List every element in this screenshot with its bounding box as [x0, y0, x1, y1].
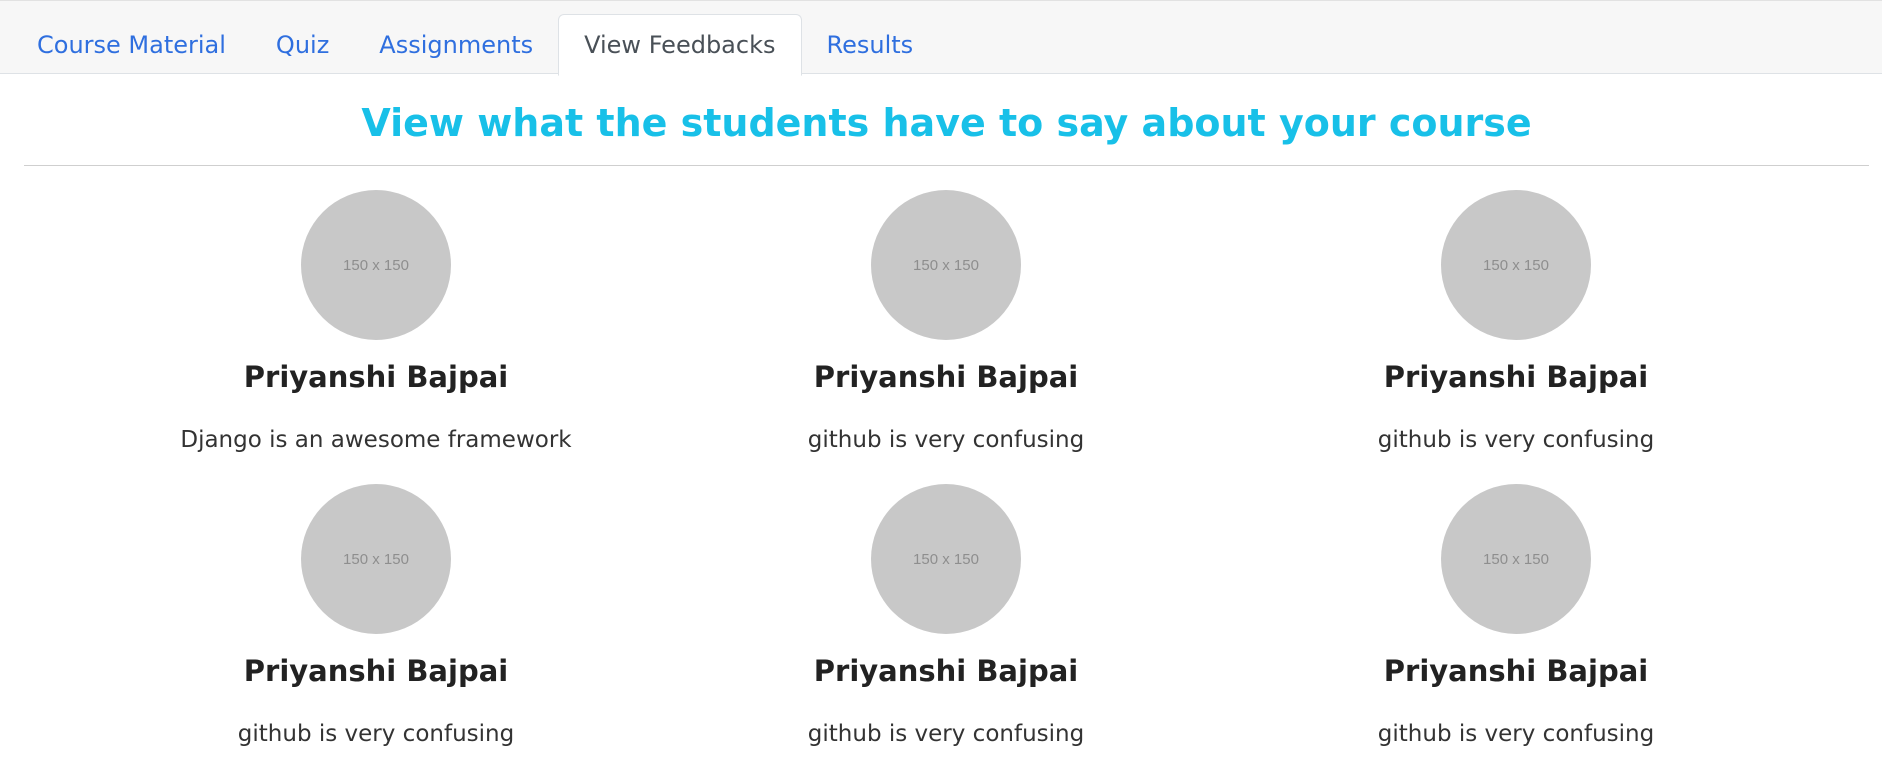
- tab-assignments[interactable]: Assignments: [354, 14, 558, 75]
- student-name: Priyanshi Bajpai: [813, 654, 1079, 688]
- student-avatar-placeholder: 150 x 150: [301, 190, 451, 340]
- feedback-card: 150 x 150 Priyanshi Bajpai github is ver…: [661, 484, 1231, 778]
- tab-course-material[interactable]: Course Material: [12, 14, 251, 75]
- feedback-text: github is very confusing: [807, 721, 1085, 747]
- page-title: View what the students have to say about…: [361, 101, 1532, 145]
- student-name: Priyanshi Bajpai: [243, 654, 509, 688]
- feedback-card: 150 x 150 Priyanshi Bajpai Django is an …: [91, 190, 661, 484]
- student-name: Priyanshi Bajpai: [1383, 360, 1649, 394]
- tab-quiz[interactable]: Quiz: [251, 14, 354, 75]
- feedback-text: Django is an awesome framework: [180, 427, 572, 453]
- student-name: Priyanshi Bajpai: [243, 360, 509, 394]
- feedback-card: 150 x 150 Priyanshi Bajpai github is ver…: [91, 484, 661, 778]
- feedback-text: github is very confusing: [807, 427, 1085, 453]
- feedback-card: 150 x 150 Priyanshi Bajpai github is ver…: [1231, 190, 1801, 484]
- tab-list: Course Material Quiz Assignments View Fe…: [12, 14, 939, 76]
- student-avatar-placeholder: 150 x 150: [301, 484, 451, 634]
- feedback-text: github is very confusing: [1377, 427, 1655, 453]
- student-name: Priyanshi Bajpai: [813, 360, 1079, 394]
- title-divider: [24, 165, 1869, 166]
- feedback-grid: 150 x 150 Priyanshi Bajpai Django is an …: [0, 190, 1882, 769]
- course-tab-bar: Course Material Quiz Assignments View Fe…: [0, 0, 1882, 76]
- tab-results[interactable]: Results: [802, 14, 939, 75]
- feedback-card: 150 x 150 Priyanshi Bajpai github is ver…: [661, 190, 1231, 484]
- feedback-text: github is very confusing: [1377, 721, 1655, 747]
- student-avatar-placeholder: 150 x 150: [1441, 190, 1591, 340]
- student-avatar-placeholder: 150 x 150: [1441, 484, 1591, 634]
- tab-view-feedbacks[interactable]: View Feedbacks: [558, 14, 802, 76]
- student-name: Priyanshi Bajpai: [1383, 654, 1649, 688]
- feedback-text: github is very confusing: [237, 721, 515, 747]
- student-avatar-placeholder: 150 x 150: [871, 190, 1021, 340]
- student-avatar-placeholder: 150 x 150: [871, 484, 1021, 634]
- feedback-card: 150 x 150 Priyanshi Bajpai github is ver…: [1231, 484, 1801, 778]
